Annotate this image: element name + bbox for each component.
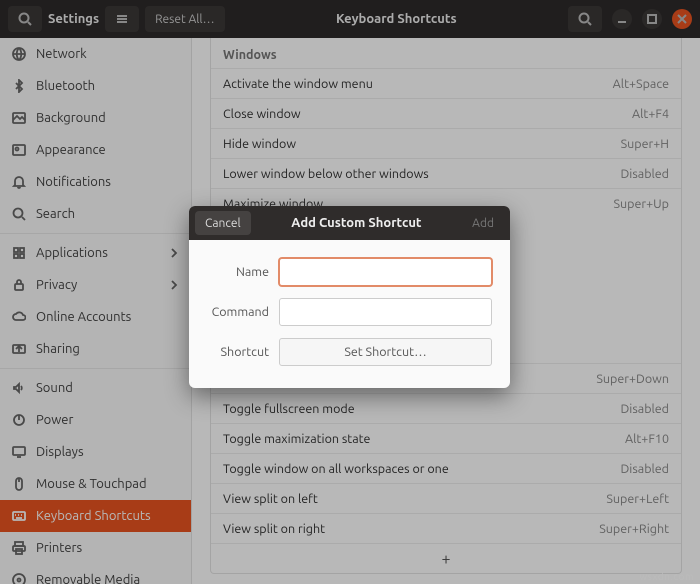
command-label: Command xyxy=(207,305,269,319)
set-shortcut-button[interactable]: Set Shortcut… xyxy=(279,338,492,366)
name-input[interactable] xyxy=(279,258,492,286)
name-label: Name xyxy=(207,265,269,279)
watermark: wsxdn.com xyxy=(639,571,694,582)
add-custom-shortcut-dialog: Cancel Add Custom Shortcut Add Name Comm… xyxy=(189,206,510,388)
add-button[interactable]: Add xyxy=(462,211,504,235)
shortcut-label: Shortcut xyxy=(207,345,269,359)
dialog-header: Cancel Add Custom Shortcut Add xyxy=(189,206,510,240)
cancel-button[interactable]: Cancel xyxy=(195,211,251,235)
dialog-title: Add Custom Shortcut xyxy=(251,216,462,230)
command-input[interactable] xyxy=(279,298,492,326)
